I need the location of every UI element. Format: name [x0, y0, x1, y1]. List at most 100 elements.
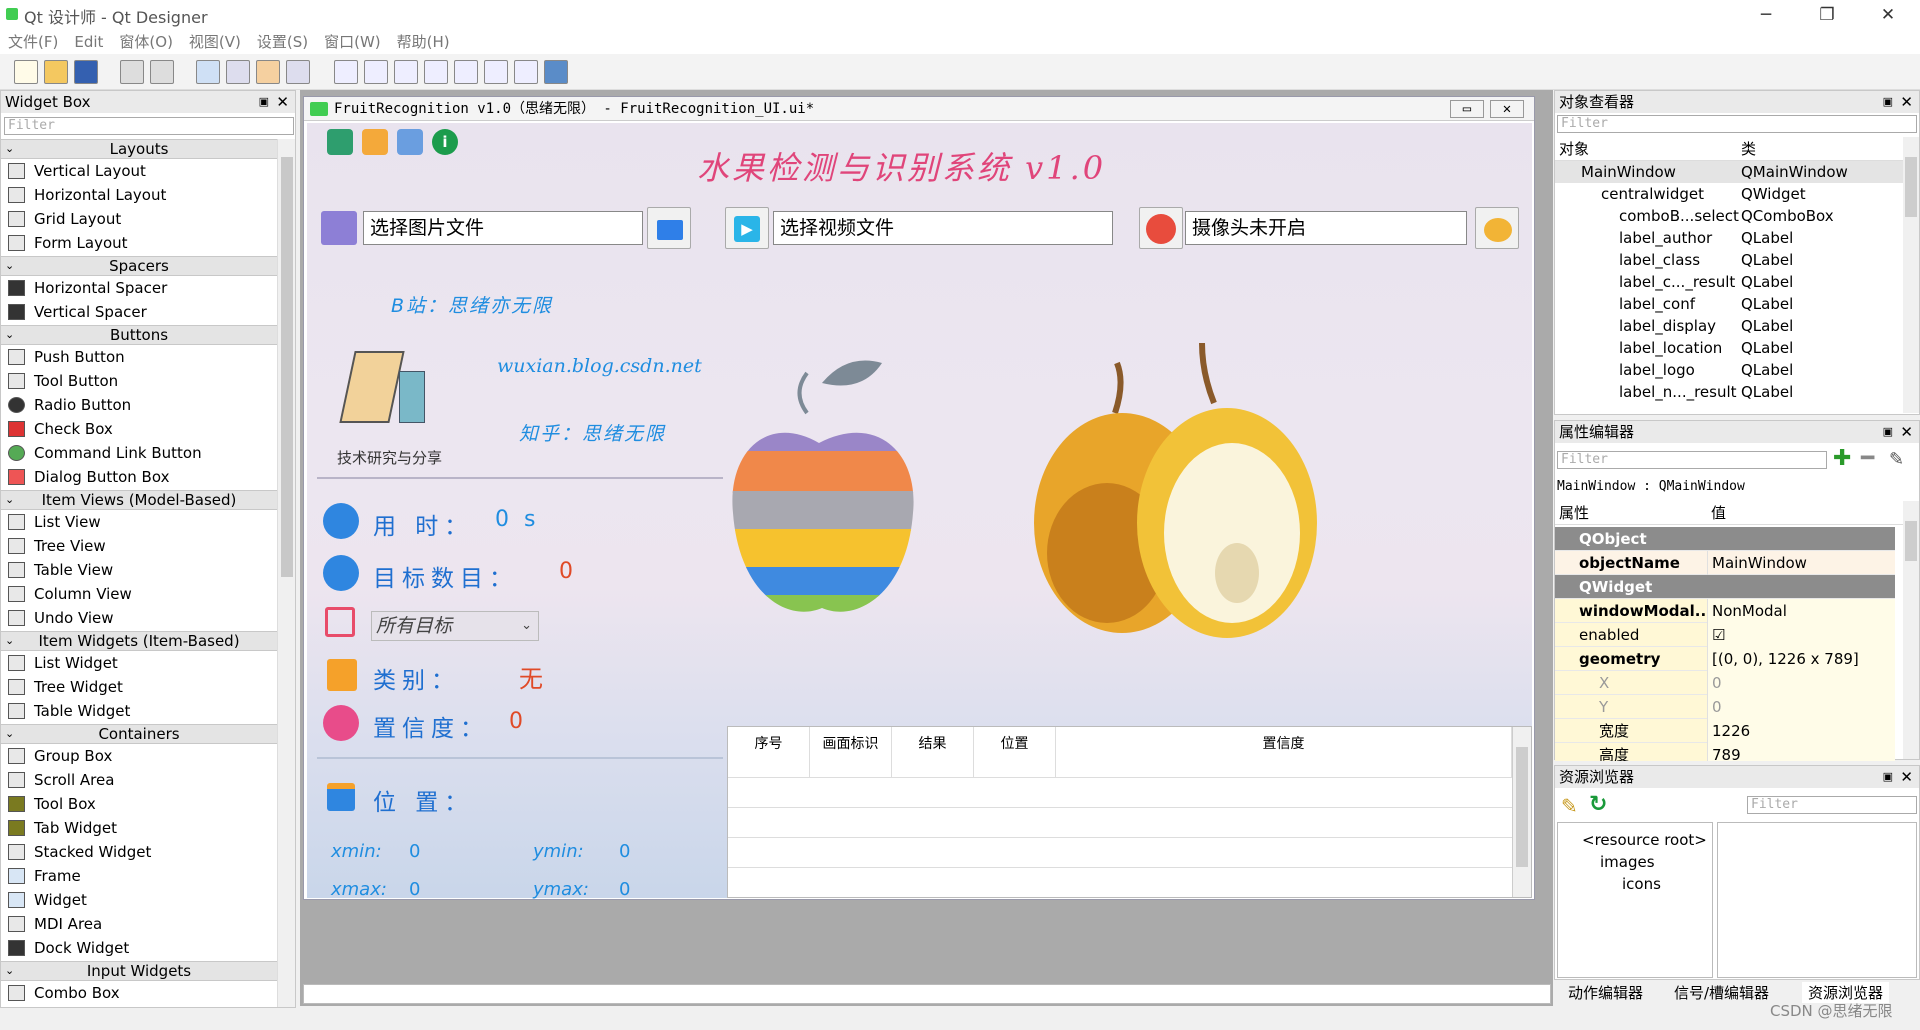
edit-tab-order-icon[interactable]	[286, 60, 310, 84]
widget-frame[interactable]: Frame	[1, 864, 277, 888]
scrollbar-thumb[interactable]	[281, 157, 293, 577]
object-scrollbar[interactable]	[1903, 137, 1919, 413]
tab-signal-slot-editor[interactable]: 信号/槽编辑器	[1674, 982, 1769, 1003]
copy-icon[interactable]	[120, 60, 144, 84]
minimize-button[interactable]: ─	[1752, 4, 1780, 26]
table-scrollbar[interactable]	[1512, 727, 1531, 897]
prop-geometry[interactable]: geometry [(0, 0), 1226 x 789]	[1555, 647, 1895, 671]
section-containers[interactable]: ⌄ Containers	[1, 724, 277, 744]
close-icon[interactable]: ✕	[276, 91, 289, 113]
float-icon[interactable]: ▣	[259, 91, 269, 113]
close-icon[interactable]: ✕	[1900, 91, 1913, 113]
widget-column-view[interactable]: Column View	[1, 582, 277, 606]
new-file-icon[interactable]	[14, 60, 38, 84]
prop-value[interactable]: 0	[1707, 671, 1895, 695]
edit-resources-icon[interactable]: ✎	[1561, 794, 1578, 818]
section-item-views[interactable]: ⌄ Item Views (Model-Based)	[1, 490, 277, 510]
image-file-icon[interactable]	[321, 211, 357, 245]
save-icon[interactable]	[74, 60, 98, 84]
open-folder-icon[interactable]	[44, 60, 68, 84]
prop-value[interactable]: [(0, 0), 1226 x 789]	[1707, 647, 1895, 671]
target-select[interactable]: 所有目标 ⌄	[371, 611, 539, 641]
widget-widget[interactable]: Widget	[1, 888, 277, 912]
tree-object[interactable]: label_logo	[1619, 359, 1695, 381]
adjust-size-icon[interactable]	[544, 60, 568, 84]
maximize-button[interactable]: ❐	[1813, 4, 1841, 26]
widget-vertical-spacer[interactable]: Vertical Spacer	[1, 300, 277, 324]
menu-settings[interactable]: 设置(S)	[249, 30, 316, 54]
widget-stacked-widget[interactable]: Stacked Widget	[1, 840, 277, 864]
widget-check-box[interactable]: Check Box	[1, 417, 277, 441]
widget-mdi-area[interactable]: MDI Area	[1, 912, 277, 936]
camera-status-input[interactable]: 摄像头未开启	[1185, 211, 1467, 245]
col-location[interactable]: 位置	[974, 727, 1056, 777]
resource-images[interactable]: images	[1600, 851, 1655, 873]
widget-tool-button[interactable]: Tool Button	[1, 369, 277, 393]
break-layout-icon[interactable]	[514, 60, 538, 84]
table-scrollbar-thumb[interactable]	[1516, 747, 1528, 867]
tree-object[interactable]: label_display	[1619, 315, 1716, 337]
widget-combo-box[interactable]: Combo Box	[1, 981, 277, 1005]
float-icon[interactable]: ▣	[1883, 766, 1893, 788]
widget-tool-box[interactable]: Tool Box	[1, 792, 277, 816]
object-scrollbar-thumb[interactable]	[1905, 157, 1917, 217]
section-spacers[interactable]: ⌄ Spacers	[1, 256, 277, 276]
prop-value[interactable]: MainWindow	[1707, 551, 1895, 575]
close-icon[interactable]: ✕	[1900, 766, 1913, 788]
widget-dock-widget[interactable]: Dock Widget	[1, 936, 277, 960]
prop-height[interactable]: 高度 789	[1555, 743, 1895, 761]
tree-object[interactable]: MainWindow	[1581, 161, 1676, 183]
object-filter-input[interactable]: Filter	[1557, 115, 1917, 133]
widget-list-widget[interactable]: List Widget	[1, 651, 277, 675]
layout-grid-icon[interactable]	[454, 60, 478, 84]
prop-value[interactable]: ☑	[1707, 623, 1895, 647]
section-item-widgets[interactable]: ⌄ Item Widgets (Item-Based)	[1, 631, 277, 651]
property-filter-input[interactable]: Filter	[1557, 451, 1827, 469]
col-result[interactable]: 结果	[892, 727, 974, 777]
menu-window[interactable]: 窗口(W)	[316, 30, 389, 54]
video-file-input[interactable]: 选择视频文件	[773, 211, 1113, 245]
widget-undo-view[interactable]: Undo View	[1, 606, 277, 630]
prop-value[interactable]: NonModal	[1707, 599, 1895, 623]
col-confidence[interactable]: 置信度	[1056, 727, 1512, 777]
col-object[interactable]: 对象	[1559, 137, 1589, 161]
close-icon[interactable]: ✕	[1900, 421, 1913, 443]
widget-grid-layout[interactable]: Grid Layout	[1, 207, 277, 231]
widget-horizontal-layout[interactable]: Horizontal Layout	[1, 183, 277, 207]
section-input-widgets[interactable]: ⌄ Input Widgets	[1, 961, 277, 981]
layout-h-splitter-icon[interactable]	[394, 60, 418, 84]
tree-object[interactable]: label_author	[1619, 227, 1712, 249]
fruit-logo-button[interactable]	[1475, 207, 1519, 249]
tree-object[interactable]: label_n..._result	[1619, 381, 1737, 403]
group-qwidget[interactable]: QWidget	[1555, 575, 1895, 599]
tree-object[interactable]: label_class	[1619, 249, 1700, 271]
tab-action-editor[interactable]: 动作编辑器	[1568, 982, 1643, 1003]
menu-edit[interactable]: Edit	[66, 30, 111, 54]
tree-object[interactable]: label_conf	[1619, 293, 1695, 315]
tree-object[interactable]: label_location	[1619, 337, 1722, 359]
image-file-input[interactable]: 选择图片文件	[363, 211, 643, 245]
table-row[interactable]	[728, 807, 1512, 837]
menu-view[interactable]: 视图(V)	[181, 30, 249, 54]
layout-horizontal-icon[interactable]	[334, 60, 358, 84]
info-icon[interactable]: i	[432, 129, 458, 155]
edit-signals-icon[interactable]	[226, 60, 250, 84]
property-scrollbar-thumb[interactable]	[1905, 521, 1917, 561]
results-table[interactable]: 序号 画面标识 结果 位置 置信度	[727, 726, 1532, 898]
widget-list-view[interactable]: List View	[1, 510, 277, 534]
table-row[interactable]	[728, 777, 1512, 807]
prop-windowmodality[interactable]: windowModal... NonModal	[1555, 599, 1895, 623]
form-minimize-button[interactable]: ▭	[1450, 100, 1484, 118]
group-qobject[interactable]: QObject	[1555, 527, 1895, 551]
widget-form-layout[interactable]: Form Layout	[1, 231, 277, 255]
prop-value[interactable]: 1226	[1707, 719, 1895, 743]
widget-scroll-area[interactable]: Scroll Area	[1, 768, 277, 792]
widget-table-view[interactable]: Table View	[1, 558, 277, 582]
video-play-button[interactable]: ▶	[725, 207, 769, 249]
prop-objectname[interactable]: objectName MainWindow	[1555, 551, 1895, 575]
float-icon[interactable]: ▣	[1883, 91, 1893, 113]
menu-file[interactable]: 文件(F)	[0, 30, 66, 54]
settings-hex-icon[interactable]	[362, 129, 388, 155]
prop-x[interactable]: X0	[1555, 671, 1895, 695]
layout-form-icon[interactable]	[484, 60, 508, 84]
